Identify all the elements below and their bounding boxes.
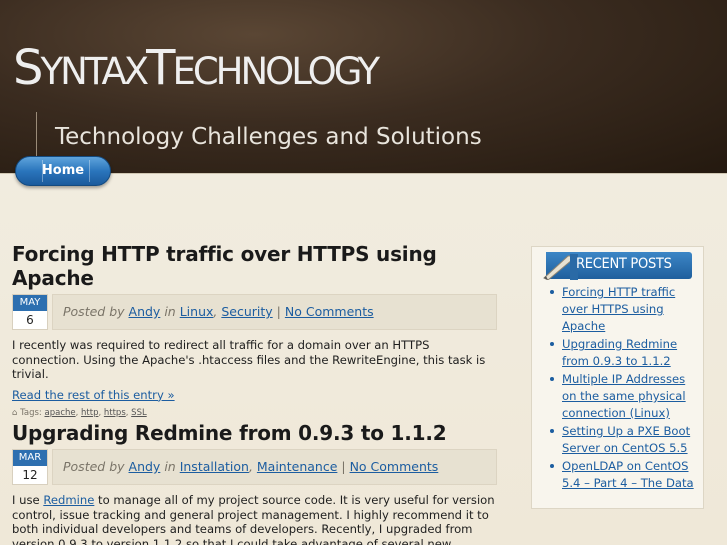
post-body: I use Redmine to manage all of my projec… [12, 493, 497, 545]
site-tagline: Technology Challenges and Solutions [55, 124, 482, 150]
read-more-link[interactable]: Read the rest of this entry » [12, 388, 175, 402]
posted-by-label: Posted by [63, 304, 125, 319]
category-link[interactable]: Linux [180, 304, 214, 319]
date-badge: May 6 [12, 294, 48, 330]
tag-link[interactable]: https [104, 408, 126, 418]
category-link[interactable]: Installation [180, 459, 249, 474]
recent-post-link[interactable]: Setting Up a PXE Boot Server on CentOS 5… [562, 424, 690, 455]
date-day: 12 [22, 468, 38, 482]
meta-bar: Posted by Andy in Linux, Security | No C… [52, 294, 497, 330]
nav-home-button[interactable]: Home [15, 156, 111, 186]
category-link[interactable]: Maintenance [257, 459, 338, 474]
meta-bar: Posted by Andy in Installation, Maintena… [52, 449, 497, 485]
post: Forcing HTTP traffic over HTTPS using Ap… [12, 242, 497, 418]
tagline-divider [36, 112, 37, 162]
sidebar-widget-recent-posts: Recent Posts Forcing HTTP traffic over H… [531, 246, 704, 509]
list-item: OpenLDAP on CentOS 5.4 – Part 4 – The Da… [546, 458, 696, 492]
read-more: Read the rest of this entry » [12, 388, 497, 402]
tag-link[interactable]: SSL [131, 408, 147, 418]
post-title[interactable]: Forcing HTTP traffic over HTTPS using Ap… [12, 242, 497, 290]
in-label: in [164, 459, 176, 474]
post-body: I recently was required to redirect all … [12, 338, 486, 381]
list-item: Upgrading Redmine from 0.9.3 to 1.1.2 [546, 336, 696, 370]
pencil-icon [543, 254, 578, 280]
recent-post-link[interactable]: OpenLDAP on CentOS 5.4 – Part 4 – The Da… [562, 459, 694, 490]
post-meta: Mar 12 Posted by Andy in Installation, M… [12, 449, 497, 485]
site-header: SYNTAXTECHNOLOGY Technology Challenges a… [0, 0, 727, 174]
tag-link[interactable]: http [81, 408, 98, 418]
date-month: Mar [13, 450, 47, 466]
date-day: 6 [26, 313, 34, 327]
post: Upgrading Redmine from 0.9.3 to 1.1.2 Ma… [12, 421, 497, 545]
comments-link[interactable]: No Comments [350, 459, 439, 474]
meta-separator: | [341, 459, 346, 474]
post-meta: May 6 Posted by Andy in Linux, Security … [12, 294, 497, 330]
tags-label: Tags: [20, 407, 42, 418]
post-tags: ⌂ Tags: apache, http, https, SSL [12, 407, 147, 418]
in-label: in [164, 304, 176, 319]
recent-post-link[interactable]: Forcing HTTP traffic over HTTPS using Ap… [562, 285, 675, 333]
date-badge: Mar 12 [12, 449, 48, 485]
widget-title: Recent Posts [576, 256, 672, 272]
list-item: Setting Up a PXE Boot Server on CentOS 5… [546, 423, 696, 457]
redmine-link[interactable]: Redmine [43, 493, 94, 507]
post-title[interactable]: Upgrading Redmine from 0.9.3 to 1.1.2 [12, 421, 497, 445]
tag-link[interactable]: apache [45, 408, 76, 418]
category-link[interactable]: Security [221, 304, 272, 319]
recent-posts-list: Forcing HTTP traffic over HTTPS using Ap… [546, 284, 696, 493]
recent-post-link[interactable]: Upgrading Redmine from 0.9.3 to 1.1.2 [562, 337, 677, 368]
posted-by-label: Posted by [63, 459, 125, 474]
recent-post-link[interactable]: Multiple IP Addresses on the same physic… [562, 372, 686, 420]
tag-icon: ⌂ [12, 407, 18, 418]
site-title[interactable]: SYNTAXTECHNOLOGY [13, 40, 380, 96]
author-link[interactable]: Andy [129, 304, 161, 319]
list-item: Multiple IP Addresses on the same physic… [546, 371, 696, 422]
meta-separator: | [276, 304, 281, 319]
date-month: May [13, 295, 47, 311]
list-item: Forcing HTTP traffic over HTTPS using Ap… [546, 284, 696, 335]
widget-header: Recent Posts [543, 252, 692, 280]
comments-link[interactable]: No Comments [285, 304, 374, 319]
author-link[interactable]: Andy [129, 459, 161, 474]
body-text: I use [12, 493, 44, 507]
